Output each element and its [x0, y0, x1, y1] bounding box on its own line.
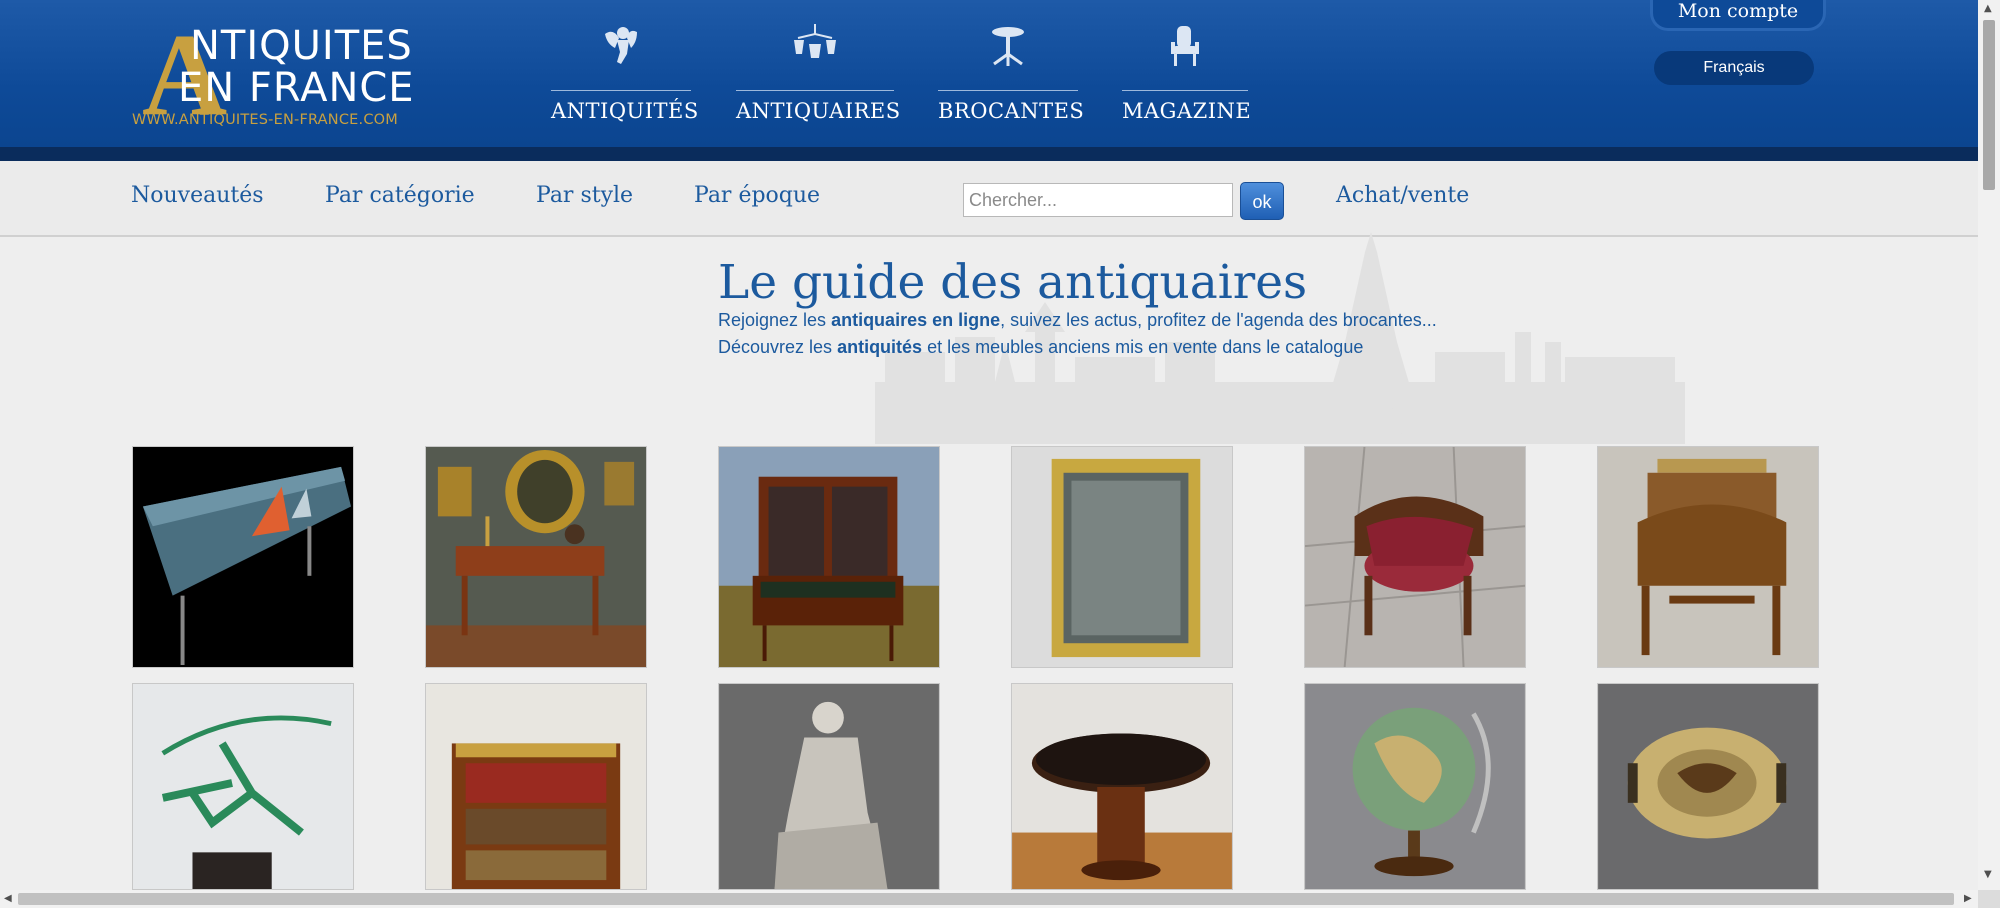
art-deco-dancer-image [133, 684, 353, 889]
cherub-icon [605, 27, 637, 64]
main-nav-label: BROCANTES [938, 99, 1085, 123]
logo-url: WWW.ANTIQUITES-EN-FRANCE.COM [132, 112, 398, 128]
bonheur-du-jour-image [1598, 447, 1818, 667]
vertical-scroll-thumb[interactable] [1983, 20, 1995, 190]
logo-line-2: EN FRANCE [178, 65, 415, 111]
pedestal-table-icon [992, 27, 1024, 66]
nav-divider [551, 90, 691, 91]
page-title: Le guide des antiquaires [718, 255, 1308, 310]
subnav-par-epoque[interactable]: Par époque [694, 183, 820, 208]
globe-image [1305, 684, 1525, 889]
hero-intro-line-2: Découvrez les antiquités et les meubles … [718, 337, 1363, 358]
main-nav-label: ANTIQUAIRES [736, 99, 901, 123]
header-band [0, 147, 1978, 161]
product-tile-armchair[interactable] [1304, 446, 1526, 668]
tile-table-image [133, 447, 353, 667]
scroll-left-icon[interactable]: ◀ [4, 894, 12, 904]
search-submit-button[interactable]: ok [1240, 182, 1284, 220]
product-tile-bonheur-du-jour[interactable] [1597, 446, 1819, 668]
product-tile-writing-desk[interactable] [425, 446, 647, 668]
text: , suivez les actus, profitez de l'agenda… [1000, 310, 1437, 330]
mirror-image [1012, 447, 1232, 667]
main-nav-magazine[interactable]: MAGAZINE [1122, 24, 1251, 123]
product-tile-flask[interactable] [1597, 683, 1819, 890]
nav-divider [1122, 90, 1248, 91]
product-tile-art-deco-dancer[interactable] [132, 683, 354, 890]
product-tile-statue[interactable] [718, 683, 940, 890]
account-button[interactable]: Mon compte [1650, 0, 1826, 31]
antiquites-link[interactable]: antiquités [837, 337, 922, 357]
scrollbar-corner [1978, 890, 2000, 908]
product-tile-bookcase[interactable] [425, 683, 647, 890]
chandelier-icon [794, 24, 836, 58]
main-nav-label: MAGAZINE [1122, 99, 1252, 123]
nav-divider [736, 90, 894, 91]
main-nav-label: ANTIQUITÉS [551, 99, 699, 123]
writing-desk-image [426, 447, 646, 667]
hero-intro-line-1: Rejoignez les antiquaires en ligne, suiv… [718, 310, 1437, 331]
subnav-par-style[interactable]: Par style [536, 183, 633, 208]
nav-divider [938, 90, 1078, 91]
subnav-achat-vente[interactable]: Achat/vente [1336, 183, 1469, 208]
scroll-up-icon[interactable]: ▲ [1984, 4, 1992, 14]
flask-image [1598, 684, 1818, 889]
text: et les meubles anciens mis en vente dans… [922, 337, 1364, 357]
text: Rejoignez les [718, 310, 832, 330]
product-tile-tile-table[interactable] [132, 446, 354, 668]
main-nav-brocantes[interactable]: BROCANTES [938, 24, 1084, 123]
product-tile-globe[interactable] [1304, 683, 1526, 890]
product-tile-secretary[interactable] [718, 446, 940, 668]
logo-line-1: NTIQUITES [190, 23, 413, 69]
antiquaires-en-ligne-link[interactable]: antiquaires en ligne [831, 310, 1000, 330]
language-selector[interactable]: Français [1654, 51, 1814, 85]
bookcase-image [426, 684, 646, 889]
horizontal-scroll-thumb[interactable] [18, 893, 1954, 905]
subnav-nouveautes[interactable]: Nouveautés [131, 183, 264, 208]
armchair-image [1305, 447, 1525, 667]
subnav-par-categorie[interactable]: Par catégorie [325, 183, 475, 208]
scroll-down-icon[interactable]: ▼ [1984, 870, 1992, 880]
main-nav-antiquaires[interactable]: ANTIQUAIRES [736, 24, 900, 123]
site-header: A NTIQUITES EN FRANCE WWW.ANTIQUITES-EN-… [0, 0, 1978, 147]
text: Découvrez les [718, 337, 838, 357]
round-table-image [1012, 684, 1232, 889]
main-nav-antiquites[interactable]: ANTIQUITÉS [551, 24, 698, 123]
statue-image [719, 684, 939, 889]
product-tile-round-table[interactable] [1011, 683, 1233, 890]
product-tile-mirror[interactable] [1011, 446, 1233, 668]
scroll-right-icon[interactable]: ▶ [1964, 894, 1972, 904]
armchair-icon [1171, 26, 1199, 66]
secretary-image [719, 447, 939, 667]
search-input[interactable] [963, 183, 1233, 217]
site-logo[interactable]: A NTIQUITES EN FRANCE WWW.ANTIQUITES-EN-… [130, 16, 450, 137]
